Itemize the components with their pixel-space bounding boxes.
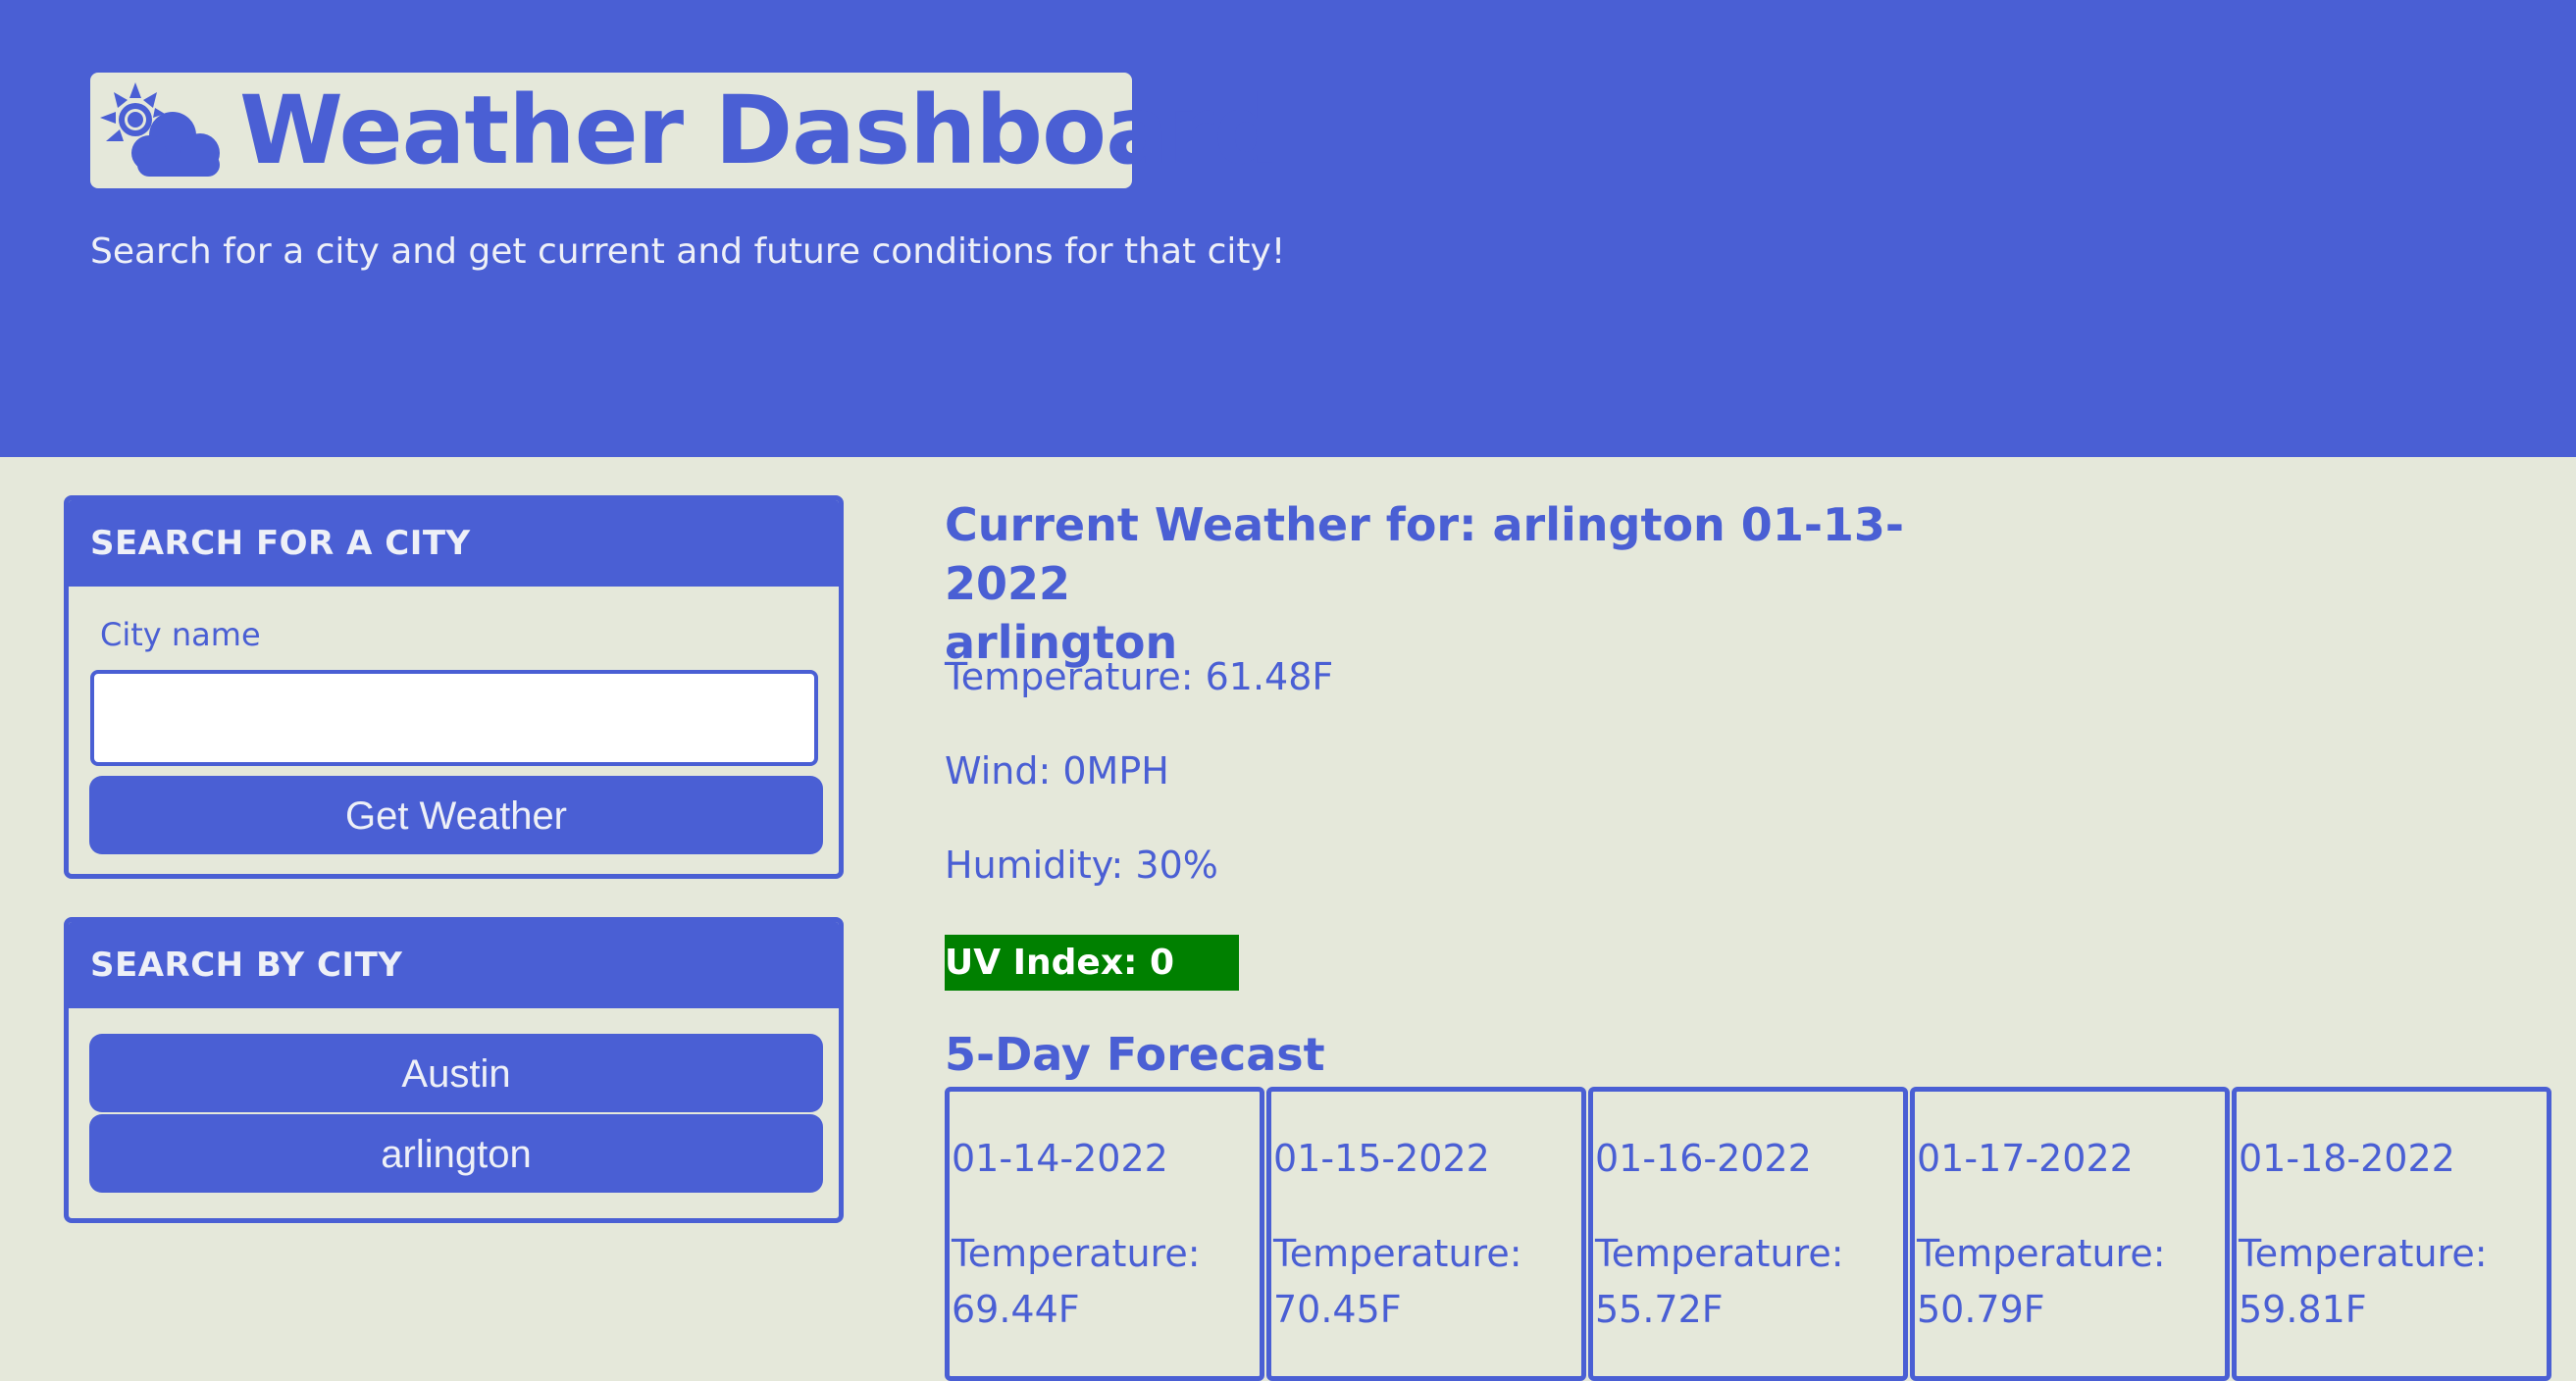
forecast-temp-value: 69.44F — [952, 1288, 1080, 1331]
forecast-temp-value: 59.81F — [2239, 1288, 2367, 1331]
city-name-label: City name — [100, 616, 261, 653]
forecast-date: 01-15-2022 — [1273, 1137, 1490, 1180]
history-panel-heading: SEARCH BY CITY — [69, 922, 839, 1008]
history-city-button[interactable]: Austin — [90, 1035, 822, 1111]
forecast-temp-value: 70.45F — [1273, 1288, 1402, 1331]
sun-behind-cloud-icon — [100, 82, 220, 177]
current-temperature: Temperature: 61.48F — [945, 655, 1334, 698]
current-weather-title: Current Weather for: arlington 01-13-202… — [945, 498, 1905, 610]
forecast-card: 01-14-2022 Temperature: 69.44F — [945, 1087, 1264, 1381]
get-weather-button[interactable]: Get Weather — [90, 777, 822, 853]
forecast-temp-label: Temperature: — [1917, 1232, 2166, 1275]
forecast-date: 01-17-2022 — [1917, 1137, 2134, 1180]
forecast-date: 01-18-2022 — [2239, 1137, 2455, 1180]
forecast-card: 01-18-2022 Temperature: 59.81F — [2232, 1087, 2551, 1381]
page-header: Weather Dashboard Search for a city and … — [0, 0, 2576, 457]
current-wind: Wind: 0MPH — [945, 749, 1169, 793]
forecast-title: 5-Day Forecast — [945, 1028, 1325, 1081]
current-humidity: Humidity: 30% — [945, 844, 1218, 887]
search-history-panel: SEARCH BY CITY Austin arlington — [64, 917, 844, 1223]
forecast-card: 01-15-2022 Temperature: 70.45F — [1266, 1087, 1586, 1381]
forecast-temp-label: Temperature: — [1595, 1232, 1844, 1275]
search-panel-heading: SEARCH FOR A CITY — [69, 500, 839, 587]
forecast-card: 01-17-2022 Temperature: 50.79F — [1910, 1087, 2230, 1381]
city-name-input[interactable] — [90, 670, 818, 766]
forecast-temp-label: Temperature: — [952, 1232, 1201, 1275]
uv-index-badge: UV Index: 0 — [945, 935, 1239, 991]
forecast-temp-value: 55.72F — [1595, 1288, 1724, 1331]
forecast-temp-label: Temperature: — [2239, 1232, 2488, 1275]
forecast-date: 01-14-2022 — [952, 1137, 1168, 1180]
forecast-temp-label: Temperature: — [1273, 1232, 1522, 1275]
history-city-button[interactable]: arlington — [90, 1115, 822, 1192]
page-title: Weather Dashboard — [239, 76, 1281, 185]
forecast-card: 01-16-2022 Temperature: 55.72F — [1588, 1087, 1908, 1381]
search-city-panel: SEARCH FOR A CITY City name Get Weather — [64, 495, 844, 879]
current-weather-heading: Current Weather for: arlington 01-13-202… — [945, 495, 1926, 672]
title-banner: Weather Dashboard — [90, 73, 1281, 188]
forecast-date: 01-16-2022 — [1595, 1137, 1812, 1180]
page-subtitle: Search for a city and get current and fu… — [90, 231, 1286, 272]
forecast-temp-value: 50.79F — [1917, 1288, 2045, 1331]
